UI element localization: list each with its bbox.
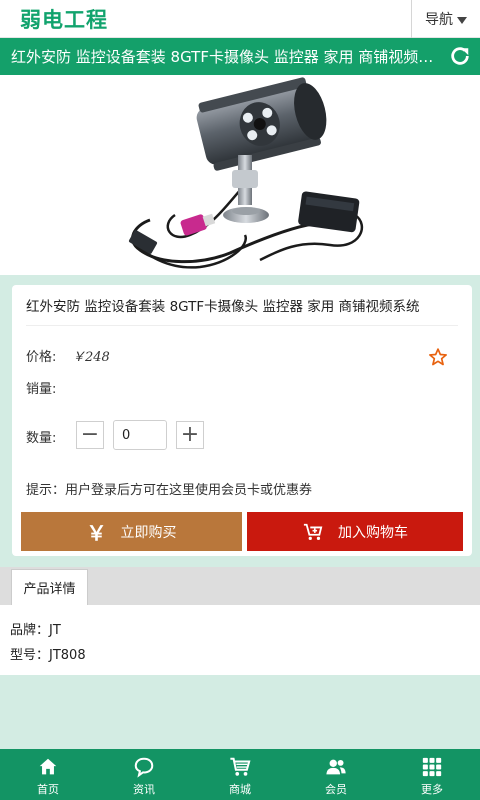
cart-plus-icon [303,523,323,540]
quantity-increase-button[interactable]: + [176,421,204,449]
chat-bubble-icon [134,757,154,778]
users-icon [326,759,346,775]
buy-now-label: 立即购买 [120,524,177,541]
home-icon [39,758,57,775]
top-header: 弱电工程 导航 [0,0,480,38]
shopping-cart-icon [230,757,251,776]
login-tip: 提示：用户登录后方可在这里使用会员卡或优惠券 [26,483,313,498]
nav-label-news: 资讯 [133,783,155,796]
nav-item-shop[interactable]: 商城 [192,749,288,800]
sales-label: 销量: [26,382,57,397]
details-tab-bar: 产品详情 [0,567,480,605]
page-title: 红外安防 监控设备套装 8GTF卡摄像头 监控器 家用 商铺视频系统 [11,48,437,66]
divider [26,325,458,326]
page-title-bar: 红外安防 监控设备套装 8GTF卡摄像头 监控器 家用 商铺视频系统 [0,38,480,75]
buy-now-button[interactable]: ￥ 立即购买 [21,512,242,551]
product-image[interactable] [0,75,480,275]
price-label: 价格: [26,350,57,365]
nav-label-more: 更多 [421,783,443,796]
model-line: 型号：JT808 [10,648,86,663]
nav-item-news[interactable]: 资讯 [96,749,192,800]
refresh-icon[interactable] [449,45,471,67]
quantity-decrease-button[interactable]: − [76,421,104,449]
nav-item-home[interactable]: 首页 [0,749,96,800]
site-logo[interactable]: 弱电工程 [20,4,108,34]
product-info-card: 红外安防 监控设备套装 8GTF卡摄像头 监控器 家用 商铺视频系统 价格: ￥… [12,285,472,556]
nav-item-member[interactable]: 会员 [288,749,384,800]
add-to-cart-label: 加入购物车 [338,524,408,541]
nav-label-shop: 商城 [229,783,251,796]
product-details-panel: 品牌：JT 型号：JT808 [0,605,480,675]
tab-product-details[interactable]: 产品详情 [11,569,88,605]
nav-label-home: 首页 [37,783,59,796]
caret-down-icon [457,16,467,24]
quantity-input[interactable] [113,420,167,450]
security-camera-image [128,77,364,269]
favorite-star-icon[interactable] [428,347,448,367]
nav-item-more[interactable]: 更多 [384,749,480,800]
yen-icon: ￥ [86,521,107,545]
quantity-label: 数量: [26,431,57,446]
add-to-cart-button[interactable]: 加入购物车 [247,512,463,551]
product-title: 红外安防 监控设备套装 8GTF卡摄像头 监控器 家用 商铺视频系统 [26,299,420,315]
bottom-nav: 首页 资讯 商城 会员 更多 [0,749,480,800]
brand-line: 品牌：JT [10,623,61,638]
nav-menu-button[interactable]: 导航 [411,0,480,38]
nav-menu-label: 导航 [425,12,453,28]
price-value: ￥248 [72,350,110,365]
grid-icon [422,757,442,777]
nav-label-member: 会员 [325,783,347,796]
